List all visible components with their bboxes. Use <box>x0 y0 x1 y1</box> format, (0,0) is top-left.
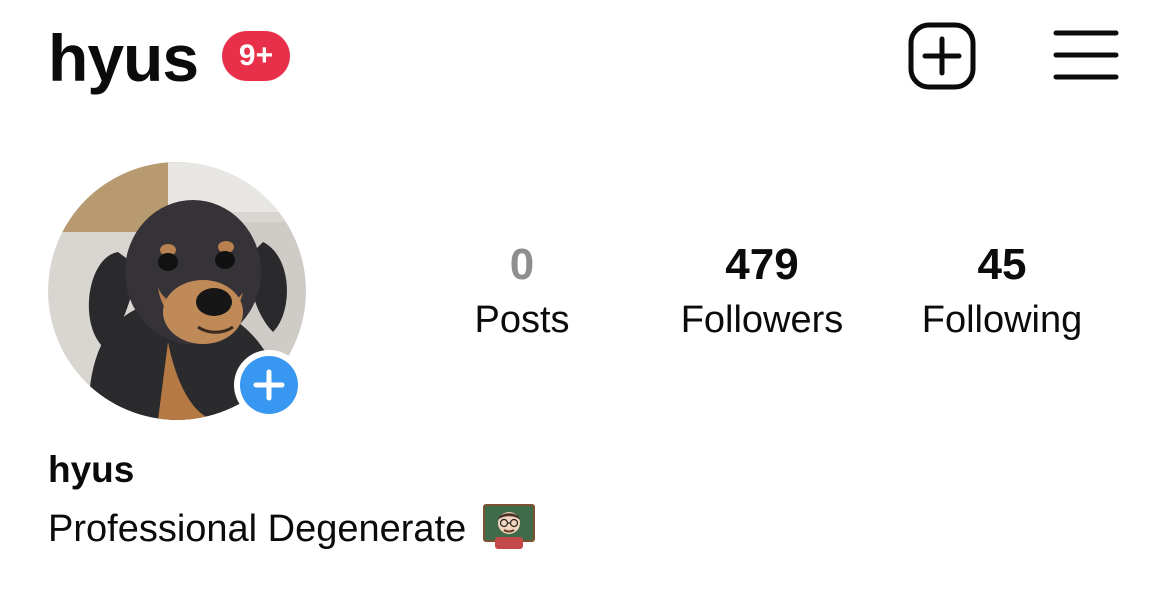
teacher-emoji-icon <box>482 504 535 549</box>
following-stat[interactable]: 45 Following <box>892 238 1112 344</box>
profile-username-header[interactable]: hyus <box>48 22 199 94</box>
followers-label: Followers <box>680 299 844 341</box>
profile-bio: Professional Degenerate <box>48 503 535 553</box>
notification-badge[interactable]: 9+ <box>222 31 290 81</box>
followers-stat[interactable]: 479 Followers <box>652 238 872 344</box>
add-story-button[interactable] <box>234 350 304 420</box>
plus-square-icon <box>908 22 976 90</box>
profile-display-name: hyus <box>48 449 135 490</box>
menu-button[interactable] <box>1053 29 1119 81</box>
hamburger-menu-icon <box>1053 30 1119 80</box>
new-post-button[interactable] <box>907 21 977 91</box>
followers-count: 479 <box>725 240 799 289</box>
posts-stat[interactable]: 0 Posts <box>412 238 632 344</box>
posts-count: 0 <box>509 240 535 289</box>
plus-icon <box>253 369 285 401</box>
posts-label: Posts <box>474 299 570 341</box>
following-count: 45 <box>977 240 1027 289</box>
bio-text: Professional Degenerate <box>48 508 467 550</box>
following-label: Following <box>921 299 1083 341</box>
